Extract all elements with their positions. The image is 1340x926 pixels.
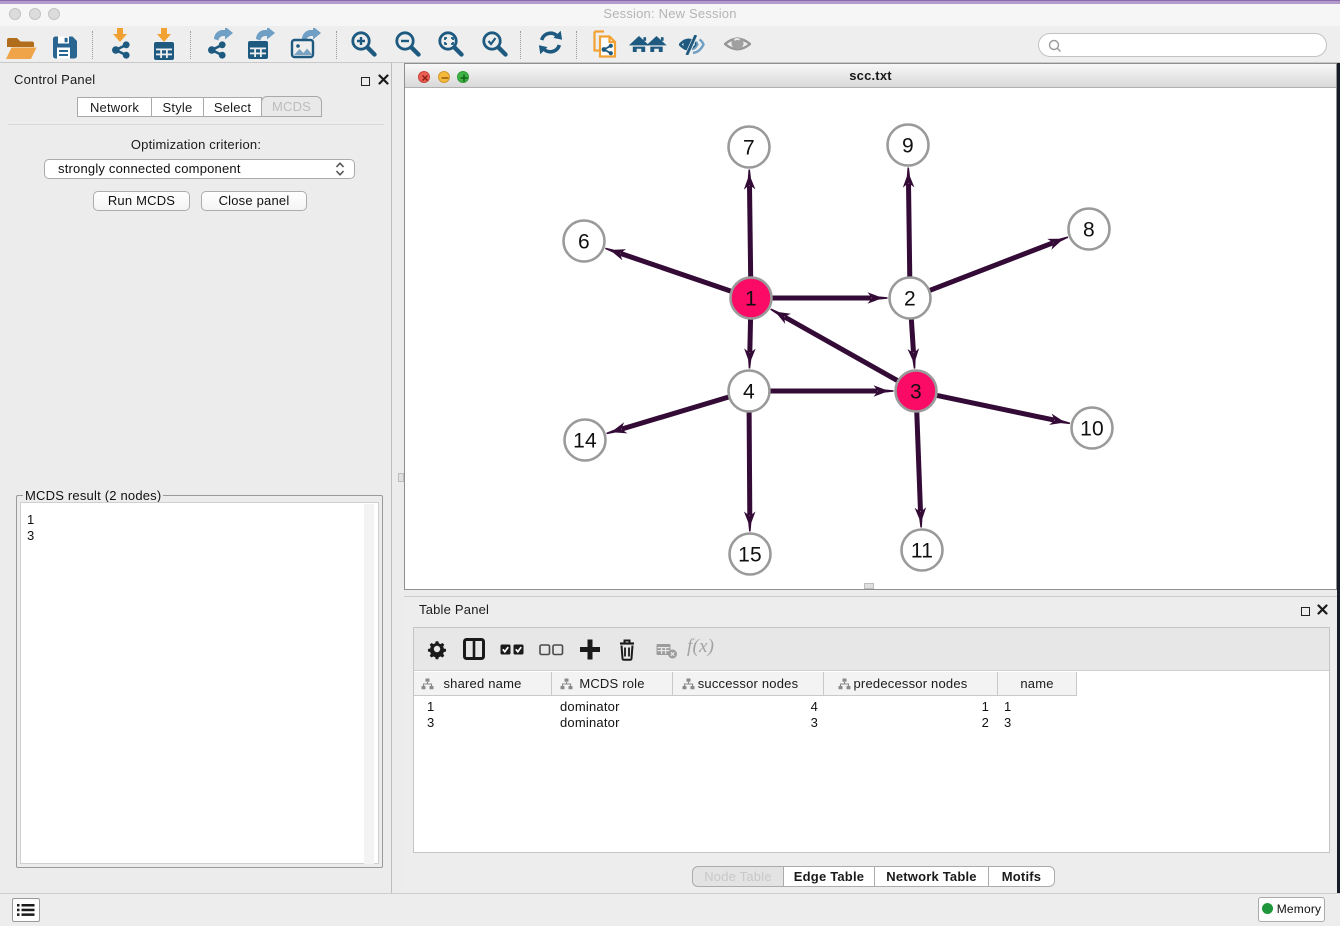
svg-text:14: 14 [573,430,597,453]
svg-text:15: 15 [738,544,762,567]
svg-text:10: 10 [1080,418,1104,441]
svg-text:4: 4 [743,381,755,404]
svg-text:1: 1 [745,288,757,311]
svg-text:9: 9 [902,135,914,158]
svg-text:2: 2 [904,288,916,311]
svg-text:6: 6 [578,231,590,254]
svg-text:3: 3 [910,381,922,404]
svg-text:11: 11 [911,540,933,563]
svg-text:7: 7 [743,137,755,160]
svg-text:8: 8 [1083,219,1095,242]
